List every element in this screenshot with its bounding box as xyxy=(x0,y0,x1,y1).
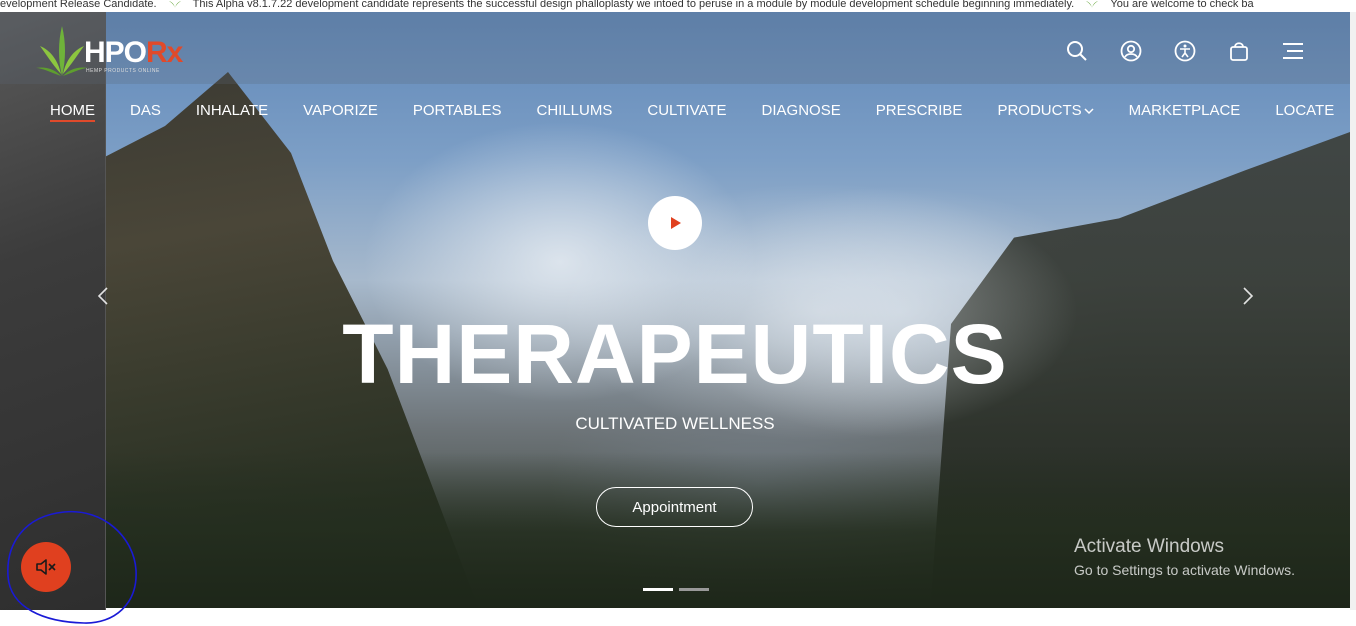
page-scrollbar[interactable] xyxy=(1350,12,1356,610)
slide-dot-2[interactable] xyxy=(679,588,709,591)
hemp-leaf-icon xyxy=(36,26,88,76)
ticker-text-1: evelopment Release Candidate. xyxy=(0,0,157,10)
menu-icon[interactable] xyxy=(1280,38,1306,64)
announcement-ticker: evelopment Release Candidate. This Alpha… xyxy=(0,0,1356,12)
shopping-bag-icon[interactable] xyxy=(1226,38,1252,64)
user-icon[interactable] xyxy=(1118,38,1144,64)
watermark-title: Activate Windows xyxy=(1074,536,1224,557)
slide-dot-1[interactable] xyxy=(643,588,673,591)
nav-item-home[interactable]: HOME xyxy=(50,102,95,122)
accessibility-icon[interactable] xyxy=(1172,38,1198,64)
ticker-text-2: This Alpha v8.1.7.22 development candida… xyxy=(192,0,1075,10)
speaker-muted-icon xyxy=(36,559,56,575)
logo-tagline: HEMP PRODUCTS ONLINE xyxy=(86,68,160,74)
forest-ground xyxy=(0,452,1350,608)
appointment-button[interactable]: Appointment xyxy=(596,487,753,527)
mute-audio-button[interactable] xyxy=(21,542,71,592)
nav-item-diagnose[interactable]: DIAGNOSE xyxy=(762,102,841,122)
watermark-subtitle: Go to Settings to activate Windows. xyxy=(1074,562,1295,578)
nav-item-chillums[interactable]: CHILLUMS xyxy=(537,102,613,122)
logo-wordmark: HPORx xyxy=(84,36,183,69)
nav-item-products[interactable]: PRODUCTS xyxy=(997,102,1094,122)
windows-activation-watermark: Activate Windows Go to Settings to activ… xyxy=(1074,536,1295,578)
nav-item-locate[interactable]: LOCATE xyxy=(1275,102,1334,122)
nav-item-cultivate[interactable]: CULTIVATE xyxy=(647,102,726,122)
hero-title: THERAPEUTICS xyxy=(342,307,1008,401)
header-icons xyxy=(1064,38,1306,64)
nav-item-portables[interactable]: PORTABLES xyxy=(413,102,502,122)
chevron-down-icon xyxy=(1084,108,1094,115)
leaf-icon xyxy=(1086,1,1099,8)
nav-item-marketplace[interactable]: MARKETPLACE xyxy=(1129,102,1241,122)
chevron-left-icon xyxy=(97,287,108,305)
play-icon xyxy=(671,217,681,229)
nav-item-products-label: PRODUCTS xyxy=(997,102,1082,119)
chevron-right-icon xyxy=(1243,287,1254,305)
nav-item-das[interactable]: DAS xyxy=(130,102,161,122)
main-nav: HOME DAS INHALATE VAPORIZE PORTABLES CHI… xyxy=(50,102,1356,122)
hero-subtitle: CULTIVATED WELLNESS xyxy=(575,414,775,433)
nav-item-inhalate[interactable]: INHALATE xyxy=(196,102,268,122)
leaf-icon xyxy=(168,1,181,8)
nav-item-prescribe[interactable]: PRESCRIBE xyxy=(876,102,963,122)
ticker-text-3: You are welcome to check ba xyxy=(1110,0,1254,10)
slider-pagination xyxy=(643,588,709,591)
nav-item-vaporize[interactable]: VAPORIZE xyxy=(303,102,378,122)
search-icon[interactable] xyxy=(1064,38,1090,64)
play-video-button[interactable] xyxy=(648,196,702,250)
